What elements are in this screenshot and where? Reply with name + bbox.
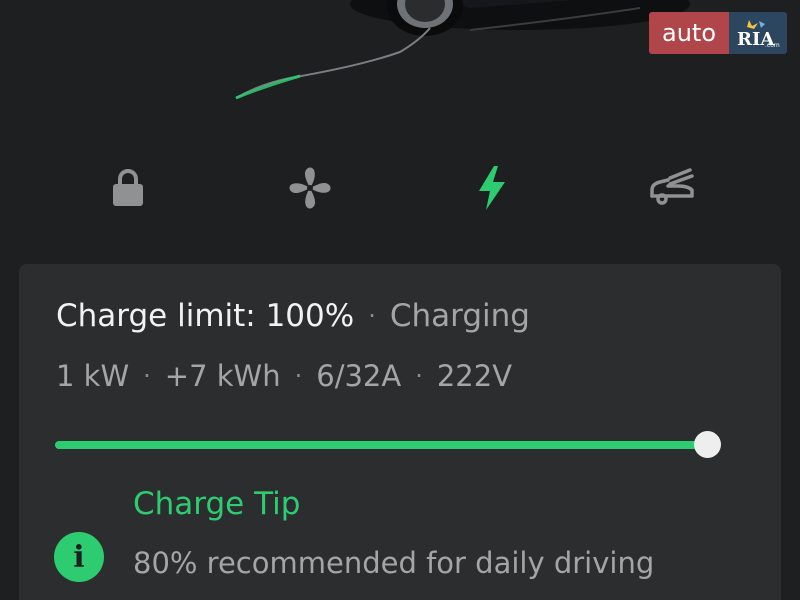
charge-limit-text: Charge limit: 100%: [56, 298, 355, 334]
watermark-ria-badge: RIA .com: [729, 12, 787, 54]
info-icon: i: [54, 532, 104, 582]
watermark-auto-text: auto: [649, 12, 729, 54]
charge-tip-title: Charge Tip: [133, 486, 301, 522]
lock-icon: [113, 169, 143, 206]
fan-icon: [289, 167, 331, 209]
separator-dot: ·: [368, 302, 376, 330]
charge-card: Charge limit: 100% · Charging 1 kW · +7 …: [19, 264, 781, 600]
charge-limit-slider[interactable]: [55, 441, 709, 449]
frunk-button[interactable]: [644, 160, 700, 216]
charge-voltage: 222V: [436, 359, 513, 393]
climate-button[interactable]: [282, 160, 338, 216]
separator-dot: ·: [143, 362, 151, 390]
lock-button[interactable]: [100, 160, 156, 216]
bolt-icon: [479, 166, 505, 210]
watermark-logo: auto RIA .com: [649, 12, 787, 54]
charge-stats-line: 1 kW · +7 kWh · 6/32A · 222V: [56, 356, 512, 396]
separator-dot: ·: [294, 362, 303, 390]
charge-current: 6/32A: [316, 359, 402, 393]
charging-button[interactable]: [464, 160, 520, 216]
car-frunk-icon: [650, 168, 694, 205]
charge-tip-body: 80% recommended for daily driving: [133, 546, 655, 580]
charging-screen: auto RIA .com Charge limit: 100% · Charg…: [0, 0, 800, 600]
charge-status-line: Charge limit: 100% · Charging: [56, 296, 530, 336]
slider-fill: [55, 441, 709, 449]
control-icon-row: [0, 160, 800, 216]
charging-status-text: Charging: [389, 298, 530, 334]
watermark-com-text: .com: [765, 42, 780, 49]
charge-power: 1 kW: [56, 359, 130, 393]
separator-dot: ·: [415, 362, 423, 390]
charge-energy-added: +7 kWh: [164, 359, 281, 393]
slider-thumb[interactable]: [694, 431, 721, 458]
